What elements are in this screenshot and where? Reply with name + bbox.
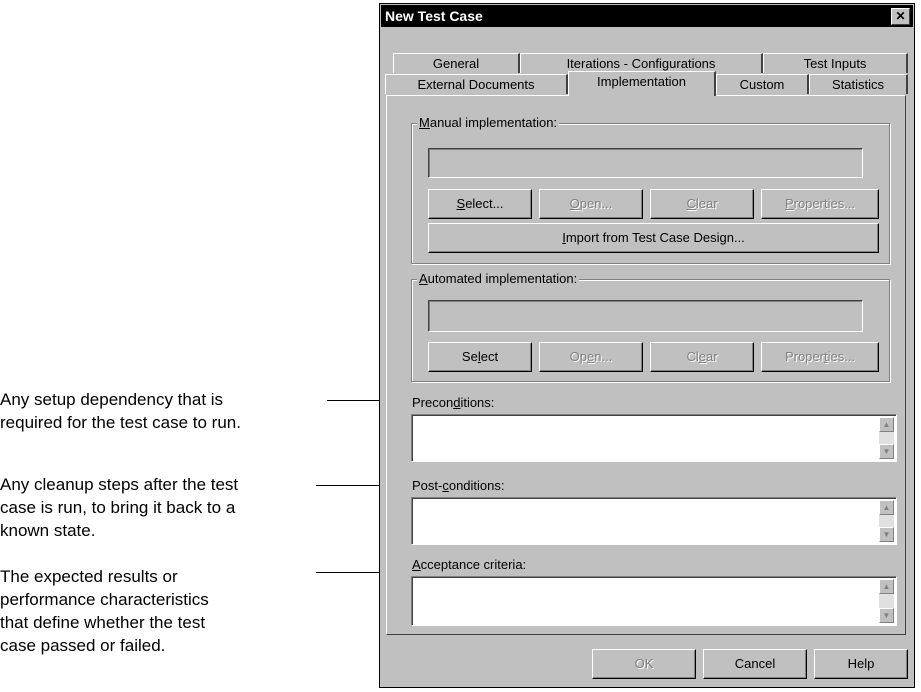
preconditions-scrollbar[interactable]: ▲ ▼ <box>879 417 894 459</box>
scroll-down-icon[interactable]: ▼ <box>879 444 894 459</box>
postconditions-scrollbar[interactable]: ▲ ▼ <box>879 500 894 542</box>
acceptance-criteria-textarea[interactable]: ▲ ▼ <box>411 576 897 626</box>
manual-select-button[interactable]: Select... <box>428 189 532 219</box>
manual-properties-button[interactable]: Properties... <box>761 189 879 219</box>
scroll-up-icon[interactable]: ▲ <box>879 579 894 594</box>
tab-statistics[interactable]: Statistics <box>809 74 908 94</box>
preconditions-textarea[interactable]: ▲ ▼ <box>411 414 897 462</box>
manual-clear-button[interactable]: Clear <box>650 189 754 219</box>
tab-label: General <box>432 56 480 71</box>
automated-select-button[interactable]: Select <box>428 342 532 372</box>
tab-label: Custom <box>739 77 785 92</box>
tab-panel-implementation: Manual implementation: Select... Open...… <box>386 95 906 635</box>
new-test-case-dialog: New Test Case ✕ General Iterations - Con… <box>379 3 915 688</box>
tab-custom[interactable]: Custom <box>716 74 809 94</box>
automated-open-button[interactable]: Open... <box>539 342 643 372</box>
callout-postconditions: Any cleanup steps after the test case is… <box>0 475 239 540</box>
automated-clear-button[interactable]: Clear <box>650 342 754 372</box>
scroll-down-icon[interactable]: ▼ <box>879 527 894 542</box>
scroll-up-icon[interactable]: ▲ <box>879 417 894 432</box>
callout-preconditions: Any setup dependency that is required fo… <box>0 390 241 432</box>
tab-implementation[interactable]: Implementation <box>568 71 716 96</box>
postconditions-label: Post-conditions: <box>412 478 505 493</box>
ok-button[interactable]: OK <box>592 649 696 679</box>
tab-test-inputs[interactable]: Test Inputs <box>763 53 908 73</box>
close-icon[interactable]: ✕ <box>891 8 910 25</box>
automated-implementation-group: Automated implementation: Select Open...… <box>411 271 890 382</box>
manual-implementation-field <box>428 148 863 178</box>
scroll-down-icon[interactable]: ▼ <box>879 608 894 623</box>
tab-general[interactable]: General <box>393 53 520 73</box>
tab-label: External Documents <box>417 77 535 92</box>
preconditions-label: Preconditions: <box>412 395 495 410</box>
tab-iterations-configurations[interactable]: Iterations - Configurations <box>520 53 763 73</box>
help-button[interactable]: Help <box>814 649 908 679</box>
cancel-button[interactable]: Cancel <box>703 649 807 679</box>
tab-label: Iterations - Configurations <box>566 56 716 71</box>
postconditions-textarea[interactable]: ▲ ▼ <box>411 497 897 545</box>
manual-open-button[interactable]: Open... <box>539 189 643 219</box>
scroll-up-icon[interactable]: ▲ <box>879 500 894 515</box>
tab-label: Statistics <box>831 77 884 92</box>
acceptance-criteria-label: Acceptance criteria: <box>412 557 527 572</box>
automated-implementation-field <box>428 300 863 332</box>
import-from-test-case-design-button[interactable]: Import from Test Case Design... <box>428 223 879 253</box>
tab-label: Test Inputs <box>803 56 867 71</box>
tab-external-documents[interactable]: External Documents <box>385 74 568 94</box>
tab-label: Implementation <box>597 74 686 89</box>
manual-implementation-label: Manual implementation: <box>417 115 560 130</box>
automated-implementation-label: Automated implementation: <box>417 271 580 286</box>
automated-properties-button[interactable]: Properties... <box>761 342 879 372</box>
dialog-title: New Test Case <box>385 8 483 24</box>
callout-acceptance: The expected results or performance char… <box>0 567 209 655</box>
dialog-titlebar: New Test Case ✕ <box>381 5 913 27</box>
acceptance-criteria-scrollbar[interactable]: ▲ ▼ <box>879 579 894 623</box>
manual-implementation-group: Manual implementation: Select... Open...… <box>411 115 890 264</box>
